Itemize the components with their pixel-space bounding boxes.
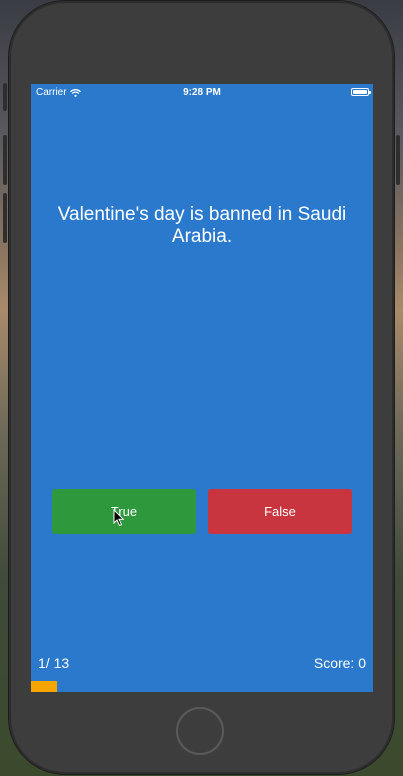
volume-down-button [3,193,7,243]
question-progress: 1/ 13 [38,655,70,671]
score-label: Score: 0 [313,655,366,671]
status-time: 9:28 PM [183,87,221,98]
false-button[interactable]: False [208,489,352,534]
false-button-label: False [264,504,296,519]
cursor-icon [113,508,125,532]
volume-up-button [3,135,7,185]
home-button[interactable] [176,707,224,755]
progress-bar [31,681,373,692]
silent-switch [3,83,7,111]
battery-icon [351,88,371,96]
question-text: Valentine's day is banned in Saudi Arabi… [57,204,347,247]
app-screen: Carrier 9:28 PM Valentine's day is banne… [31,84,373,692]
power-button [396,135,400,185]
status-bar: Carrier 9:28 PM [31,84,373,100]
progress-bar-fill [31,681,58,692]
